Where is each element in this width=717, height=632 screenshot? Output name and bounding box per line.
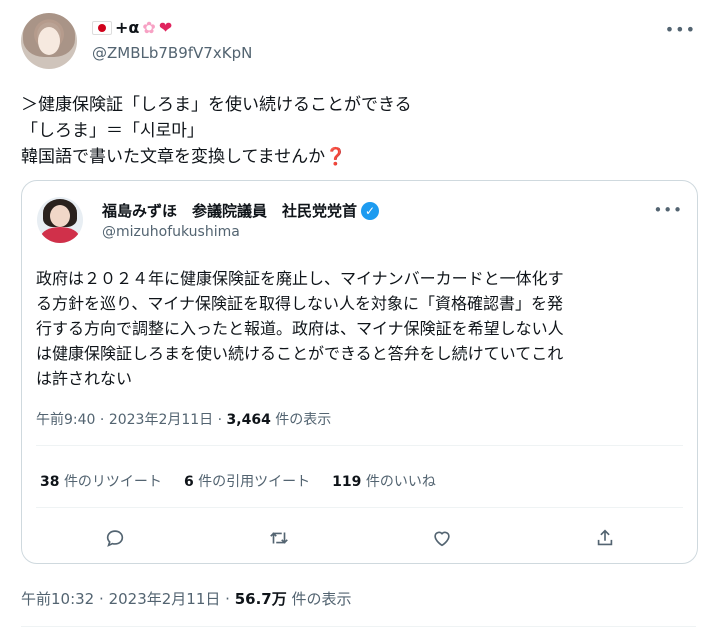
quoted-tweet-date[interactable]: 2023年2月11日 bbox=[109, 412, 213, 428]
quoted-author-name-text: 福島みずほ 参議院議員 社民党党首 bbox=[102, 202, 358, 220]
quoted-tweet-views: 3,464 bbox=[226, 412, 271, 428]
action-bar bbox=[22, 525, 697, 551]
likes-stat[interactable]: 119 件のいいね bbox=[332, 471, 436, 491]
reply-icon[interactable] bbox=[102, 525, 128, 551]
quotes-stat[interactable]: 6 件の引用ツイート bbox=[184, 471, 310, 491]
author-avatar[interactable] bbox=[21, 13, 77, 69]
quoted-more-options-icon[interactable]: ••• bbox=[653, 201, 683, 219]
two-hearts-icon: ❤ bbox=[158, 18, 173, 37]
retweets-label: 件のリツイート bbox=[63, 474, 162, 490]
tweet-views-label: 件の表示 bbox=[291, 590, 352, 608]
quoted-tweet-time[interactable]: 午前9:40 bbox=[36, 412, 95, 428]
cherry-blossom-icon: ✿ bbox=[142, 18, 156, 37]
retweets-count: 38 bbox=[40, 474, 60, 490]
divider bbox=[36, 445, 683, 446]
avatar-body bbox=[41, 227, 79, 243]
author-display-name[interactable]: +α ✿ ❤ bbox=[92, 18, 172, 37]
likes-label: 件のいいね bbox=[365, 474, 436, 490]
meta-separator: · bbox=[99, 412, 105, 428]
retweet-icon[interactable] bbox=[266, 525, 292, 551]
quoted-tweet-line: る方針を巡り、マイナ保険証を取得しない人を対象に「資格確認書」を発 bbox=[36, 294, 564, 313]
quoted-tweet-card[interactable]: 福島みずほ 参議院議員 社民党党首 ✓ @mizuhofukushima •••… bbox=[21, 180, 698, 564]
quoted-author-handle[interactable]: @mizuhofukushima bbox=[102, 224, 240, 240]
quotes-label: 件の引用ツイート bbox=[198, 474, 311, 490]
author-handle[interactable]: @ZMBLb7B9fV7xKpN bbox=[92, 44, 252, 62]
meta-separator: · bbox=[217, 412, 223, 428]
quoted-tweet-views-label: 件の表示 bbox=[275, 412, 332, 428]
tweet-line: 韓国語で書いた文章を変換してませんか❓ bbox=[21, 144, 701, 170]
divider bbox=[21, 626, 696, 627]
quoted-tweet-stats: 38 件のリツイート 6 件の引用ツイート 119 件のいいね bbox=[40, 471, 436, 491]
quoted-author-avatar[interactable] bbox=[37, 197, 83, 243]
tweet-line-text: 韓国語で書いた文章を変換してませんか bbox=[21, 147, 326, 167]
japan-flag-icon bbox=[92, 20, 112, 35]
tweet-meta: 午前10:32 · 2023年2月11日 · 56.7万 件の表示 bbox=[21, 588, 352, 609]
tweet-date[interactable]: 2023年2月11日 bbox=[109, 590, 221, 608]
tweet-time[interactable]: 午前10:32 bbox=[21, 590, 94, 608]
share-icon[interactable] bbox=[592, 525, 618, 551]
quoted-tweet-text: 政府は２０２４年に健康保険証を廃止し、マイナンバーカードと一体化す る方針を巡り… bbox=[36, 266, 686, 391]
quoted-tweet-line: は健康保険証しろまを使い続けることができると答弁をし続けていてこれ bbox=[36, 344, 564, 363]
verified-badge-icon: ✓ bbox=[361, 201, 380, 220]
likes-count: 119 bbox=[332, 474, 362, 490]
quotes-count: 6 bbox=[183, 474, 194, 490]
quoted-tweet-line: は許されない bbox=[36, 369, 133, 388]
tweet-text: ＞健康保険証「しろま」を使い続けることができる 「しろま」＝「시로마」 韓国語で… bbox=[21, 92, 701, 170]
quoted-author-name[interactable]: 福島みずほ 参議院議員 社民党党首 ✓ bbox=[102, 200, 380, 221]
quoted-tweet-meta: 午前9:40 · 2023年2月11日 · 3,464 件の表示 bbox=[36, 409, 331, 429]
avatar-face bbox=[38, 27, 60, 55]
retweets-stat[interactable]: 38 件のリツイート bbox=[40, 471, 162, 491]
tweet-views: 56.7万 bbox=[234, 590, 287, 608]
red-question-mark-icon: ❓ bbox=[325, 147, 347, 167]
more-options-icon[interactable]: ••• bbox=[665, 20, 696, 39]
quoted-tweet-line: 行する方向で調整に入ったと報道。政府は、マイナ保険証を希望しない人 bbox=[36, 319, 564, 338]
meta-separator: · bbox=[225, 590, 230, 608]
avatar-face bbox=[50, 205, 70, 227]
divider bbox=[36, 507, 683, 508]
meta-separator: · bbox=[99, 590, 104, 608]
tweet-line: 「しろま」＝「시로마」 bbox=[21, 121, 204, 141]
tweet-line: ＞健康保険証「しろま」を使い続けることができる bbox=[21, 95, 412, 115]
quoted-tweet-line: 政府は２０２４年に健康保険証を廃止し、マイナンバーカードと一体化す bbox=[36, 269, 564, 288]
author-name-text: +α bbox=[115, 18, 140, 37]
like-icon[interactable] bbox=[429, 525, 455, 551]
